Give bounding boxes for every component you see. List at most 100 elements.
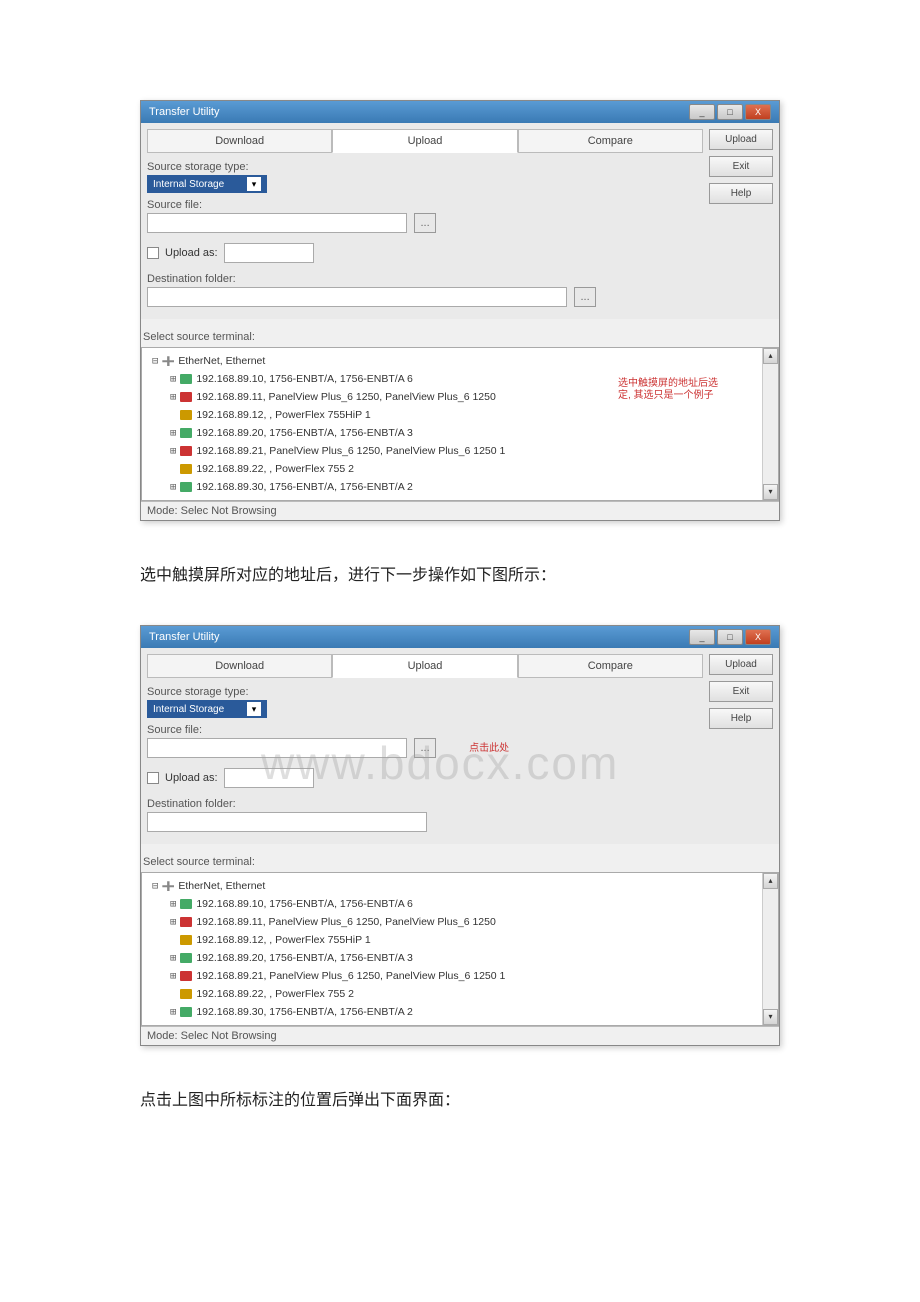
- drive-icon: [180, 410, 192, 420]
- network-icon: [162, 356, 174, 366]
- terminal-tree[interactable]: ⊟EtherNet, Ethernet ⊞192.168.89.10, 1756…: [141, 347, 779, 501]
- hmi-icon: [180, 971, 192, 981]
- main-area: Download Upload Compare Source storage t…: [141, 123, 779, 319]
- upload-as-checkbox[interactable]: [147, 772, 159, 784]
- source-file-input[interactable]: [147, 213, 407, 233]
- exit-button[interactable]: Exit: [709, 681, 773, 702]
- source-storage-dropdown[interactable]: Internal Storage ▾: [147, 700, 267, 718]
- device-icon: [180, 899, 192, 909]
- upload-as-checkbox[interactable]: [147, 247, 159, 259]
- source-storage-label: Source storage type:: [147, 686, 703, 698]
- close-button[interactable]: X: [745, 104, 771, 120]
- hmi-icon: [180, 917, 192, 927]
- tree-node[interactable]: ⊞192.168.89.30, 1756-ENBT/A, 1756-ENBT/A…: [148, 1003, 772, 1021]
- destination-folder-row: Destination folder: ...: [147, 273, 703, 307]
- help-button[interactable]: Help: [709, 183, 773, 204]
- maximize-button[interactable]: □: [717, 104, 743, 120]
- source-file-label: Source file:: [147, 199, 703, 211]
- upload-as-label: Upload as:: [165, 772, 218, 784]
- tree-node[interactable]: ⊞192.168.89.21, PanelView Plus_6 1250, P…: [148, 967, 772, 985]
- upload-as-row: Upload as:: [147, 768, 703, 788]
- device-icon: [180, 428, 192, 438]
- transfer-utility-window-2: www.bdocx.com Transfer Utility _ □ X Dow…: [140, 625, 780, 1046]
- terminal-tree[interactable]: ⊟EtherNet, Ethernet ⊞192.168.89.10, 1756…: [141, 872, 779, 1026]
- source-storage-row: Source storage type: Internal Storage ▾: [147, 686, 703, 718]
- tree-node[interactable]: 192.168.89.22, , PowerFlex 755 2: [148, 460, 772, 478]
- tree-node[interactable]: ⊞192.168.89.11, PanelView Plus_6 1250, P…: [148, 913, 772, 931]
- source-file-row: Source file: ...: [147, 199, 703, 233]
- tree-root[interactable]: ⊟EtherNet, Ethernet: [148, 877, 772, 895]
- tree-root[interactable]: ⊟EtherNet, Ethernet: [148, 352, 772, 370]
- annotation-text: 点击此处: [469, 743, 509, 754]
- scrollbar[interactable]: ▴ ▾: [762, 348, 778, 500]
- minimize-button[interactable]: _: [689, 104, 715, 120]
- tree-node[interactable]: 192.168.89.12, , PowerFlex 755HiP 1: [148, 406, 772, 424]
- device-icon: [180, 482, 192, 492]
- tree-node[interactable]: 192.168.89.12, , PowerFlex 755HiP 1: [148, 931, 772, 949]
- tab-upload[interactable]: Upload: [332, 129, 517, 153]
- caption-2: 点击上图中所标标注的位置后弹出下面界面：: [140, 1086, 780, 1110]
- source-storage-dropdown[interactable]: Internal Storage ▾: [147, 175, 267, 193]
- upload-as-input[interactable]: [224, 243, 314, 263]
- drive-icon: [180, 935, 192, 945]
- tab-download[interactable]: Download: [147, 129, 332, 153]
- exit-button[interactable]: Exit: [709, 156, 773, 177]
- device-icon: [180, 1007, 192, 1017]
- window-controls: _ □ X: [689, 104, 771, 120]
- close-button[interactable]: X: [745, 629, 771, 645]
- device-icon: [180, 374, 192, 384]
- tree-node[interactable]: ⊞192.168.89.20, 1756-ENBT/A, 1756-ENBT/A…: [148, 424, 772, 442]
- source-file-label: Source file:: [147, 724, 703, 736]
- browse-button[interactable]: ...: [414, 738, 436, 758]
- source-file-input[interactable]: [147, 738, 407, 758]
- tree-node[interactable]: ⊞192.168.89.21, PanelView Plus_6 1250, P…: [148, 442, 772, 460]
- help-button[interactable]: Help: [709, 708, 773, 729]
- status-bar: Mode: Selec Not Browsing: [141, 1026, 779, 1045]
- source-storage-row: Source storage type: Internal Storage ▾: [147, 161, 703, 193]
- upload-as-label: Upload as:: [165, 247, 218, 259]
- drive-icon: [180, 989, 192, 999]
- tree-node[interactable]: ⊞192.168.89.30, 1756-ENBT/A, 1756-ENBT/A…: [148, 478, 772, 496]
- destination-browse-button[interactable]: ...: [574, 287, 596, 307]
- hmi-icon: [180, 392, 192, 402]
- left-panel: Download Upload Compare Source storage t…: [147, 129, 703, 313]
- browse-button[interactable]: ...: [414, 213, 436, 233]
- tab-row: Download Upload Compare: [147, 654, 703, 678]
- tree-node[interactable]: 192.168.89.22, , PowerFlex 755 2: [148, 985, 772, 1003]
- minimize-button[interactable]: _: [689, 629, 715, 645]
- upload-as-input[interactable]: [224, 768, 314, 788]
- maximize-button[interactable]: □: [717, 629, 743, 645]
- scroll-up-icon[interactable]: ▴: [763, 348, 778, 364]
- tab-compare[interactable]: Compare: [518, 654, 703, 678]
- upload-as-row: Upload as:: [147, 243, 703, 263]
- window-controls: _ □ X: [689, 629, 771, 645]
- hmi-icon: [180, 446, 192, 456]
- select-terminal-label: Select source terminal:: [143, 856, 777, 868]
- chevron-down-icon: ▾: [247, 177, 261, 191]
- status-bar: Mode: Selec Not Browsing: [141, 501, 779, 520]
- scroll-down-icon[interactable]: ▾: [763, 484, 778, 500]
- device-icon: [180, 953, 192, 963]
- upload-button[interactable]: Upload: [709, 654, 773, 675]
- tab-download[interactable]: Download: [147, 654, 332, 678]
- scrollbar[interactable]: ▴ ▾: [762, 873, 778, 1025]
- annotation-text: 选中触摸屏的地址后选 定, 其选只是一个例子: [618, 378, 718, 402]
- destination-folder-input[interactable]: [147, 287, 567, 307]
- tab-upload[interactable]: Upload: [332, 654, 517, 678]
- right-panel: Upload Exit Help: [709, 129, 773, 313]
- dropdown-value: Internal Storage: [153, 179, 224, 190]
- scroll-up-icon[interactable]: ▴: [763, 873, 778, 889]
- tab-compare[interactable]: Compare: [518, 129, 703, 153]
- title-bar[interactable]: Transfer Utility _ □ X: [141, 101, 779, 123]
- tree-node[interactable]: ⊞192.168.89.20, 1756-ENBT/A, 1756-ENBT/A…: [148, 949, 772, 967]
- scroll-down-icon[interactable]: ▾: [763, 1009, 778, 1025]
- destination-folder-input[interactable]: [147, 812, 427, 832]
- title-bar[interactable]: Transfer Utility _ □ X: [141, 626, 779, 648]
- right-panel: Upload Exit Help: [709, 654, 773, 838]
- upload-button[interactable]: Upload: [709, 129, 773, 150]
- left-panel: Download Upload Compare Source storage t…: [147, 654, 703, 838]
- chevron-down-icon: ▾: [247, 702, 261, 716]
- tree-node[interactable]: ⊞192.168.89.10, 1756-ENBT/A, 1756-ENBT/A…: [148, 895, 772, 913]
- terminal-section: Select source terminal: ⊟EtherNet, Ether…: [141, 331, 779, 501]
- network-icon: [162, 881, 174, 891]
